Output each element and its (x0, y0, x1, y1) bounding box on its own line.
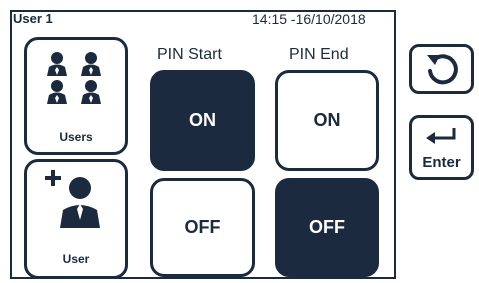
users-button[interactable]: Users (24, 37, 128, 155)
pin-start-off-button[interactable]: OFF (150, 178, 255, 277)
pin-start-on-button[interactable]: ON (150, 70, 255, 171)
users-button-label: Users (59, 130, 93, 144)
enter-button-label: Enter (422, 154, 461, 171)
group-icon (47, 52, 101, 104)
back-button[interactable] (409, 44, 474, 94)
pin-start-header: PIN Start (157, 46, 222, 63)
add-user-button-label: User (62, 252, 90, 266)
pin-end-header: PIN End (289, 46, 349, 63)
screen: User 1 14:15 -16/10/2018 Users User PIN … (0, 0, 479, 283)
enter-arrow-icon (426, 128, 456, 144)
add-user-button[interactable]: User (24, 159, 128, 279)
enter-button[interactable]: Enter (409, 115, 474, 180)
pin-end-off-button[interactable]: OFF (275, 178, 379, 277)
datetime-label: 14:15 -16/10/2018 (252, 11, 366, 27)
pin-end-on-button[interactable]: ON (275, 70, 379, 171)
back-icon (427, 54, 458, 85)
current-user-label: User 1 (13, 11, 53, 26)
add-user-icon (45, 170, 100, 228)
